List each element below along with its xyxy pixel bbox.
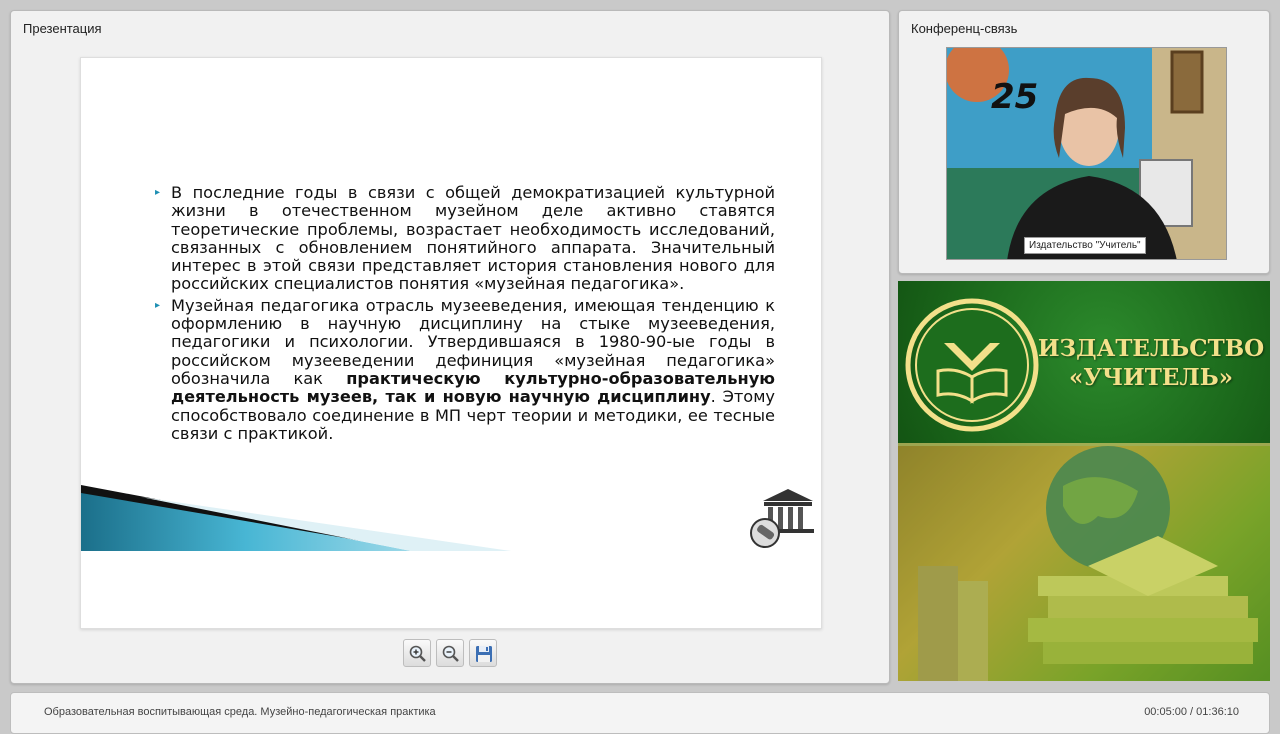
publisher-logo-icon: [905, 298, 1039, 432]
conference-title: Конференц-связь: [911, 21, 1018, 36]
books-globe-illustration: [898, 446, 1270, 681]
banner-title-line1: ИЗДАТЕЛЬСТВО: [1037, 335, 1265, 362]
conference-panel: Конференц-связь 25 Издательство "Учитель…: [898, 10, 1270, 274]
museum-icon: [750, 489, 814, 548]
speaker-video-frame: 25: [947, 48, 1226, 259]
video-label: Издательство "Учитель": [1024, 237, 1146, 254]
footer-bar: Образовательная воспитывающая среда. Муз…: [10, 692, 1270, 734]
slide-bullet-1-text: В последние годы в связи с общей демокра…: [171, 183, 775, 294]
footer-title: Образовательная воспитывающая среда. Муз…: [44, 706, 436, 718]
presentation-panel: Презентация ▸ В последние годы в связи с…: [10, 10, 890, 684]
banner-bottom: [898, 446, 1270, 681]
publisher-banner: ИЗДАТЕЛЬСТВО «УЧИТЕЛЬ»: [898, 281, 1270, 681]
zoom-in-icon: [409, 645, 426, 662]
bullet-arrow-icon: ▸: [155, 187, 161, 198]
banner-title: ИЗДАТЕЛЬСТВО «УЧИТЕЛЬ»: [1036, 334, 1266, 392]
presentation-title: Презентация: [23, 21, 102, 36]
slide-bullet-1: ▸ В последние годы в связи с общей демок…: [155, 183, 775, 294]
save-button[interactable]: [469, 639, 497, 667]
slide-swoosh-decoration: [81, 485, 511, 551]
zoom-out-icon: [442, 645, 459, 662]
save-icon: [476, 646, 492, 662]
footer-time: 00:05:00 / 01:36:10: [1144, 706, 1239, 718]
video-feed[interactable]: 25 Издательство "Учитель": [946, 47, 1227, 260]
banner-title-line2: «УЧИТЕЛЬ»: [1068, 364, 1234, 391]
slide: ▸ В последние годы в связи с общей демок…: [80, 57, 822, 629]
zoom-out-button[interactable]: [436, 639, 464, 667]
slide-text: ▸ В последние годы в связи с общей демок…: [155, 183, 775, 446]
zoom-in-button[interactable]: [403, 639, 431, 667]
bullet-arrow-icon: ▸: [155, 299, 161, 311]
slide-bullet-2: ▸ Музейная педагогика отрасль музееведен…: [155, 296, 775, 443]
banner-top: ИЗДАТЕЛЬСТВО «УЧИТЕЛЬ»: [898, 281, 1270, 446]
poster-number: 25: [991, 77, 1038, 117]
